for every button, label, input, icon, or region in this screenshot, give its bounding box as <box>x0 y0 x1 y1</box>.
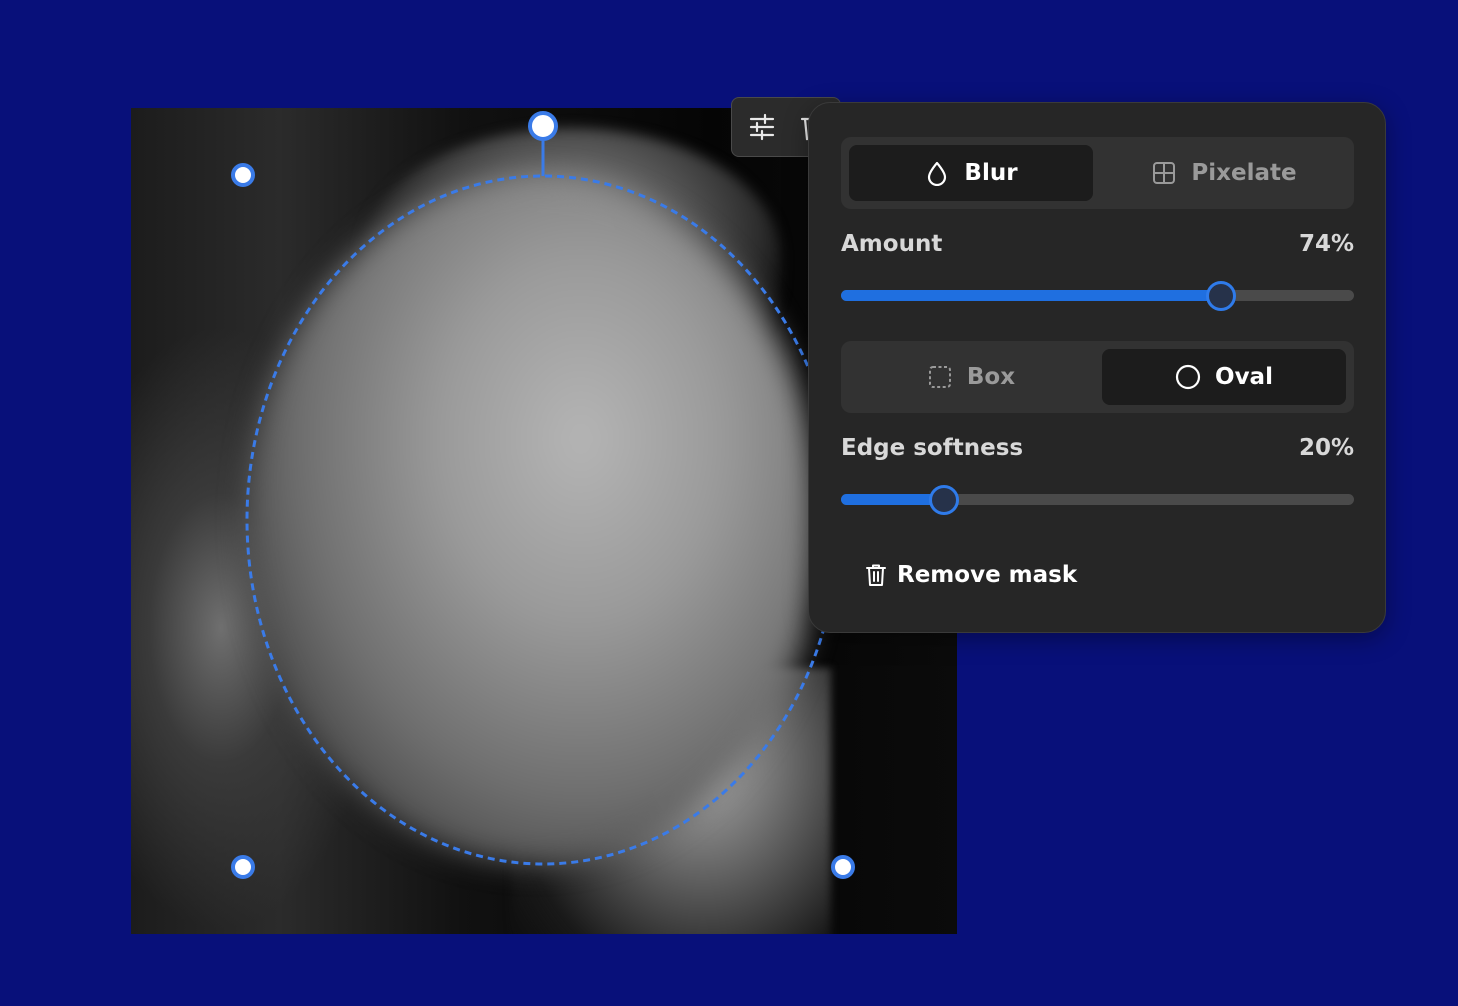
grid-icon <box>1153 162 1176 184</box>
edge-softness-slider[interactable] <box>841 485 1354 515</box>
shape-option-label: Oval <box>1215 364 1273 390</box>
amount-row: Amount 74% <box>841 231 1354 257</box>
effect-option-blur[interactable]: Blur <box>849 145 1093 201</box>
amount-value: 74% <box>1298 231 1354 257</box>
effect-option-label: Pixelate <box>1191 160 1297 186</box>
shape-segmented-control: Box Oval <box>841 341 1354 413</box>
circle-icon <box>1175 364 1201 390</box>
shape-option-oval[interactable]: Oval <box>1102 349 1346 405</box>
effect-option-pixelate[interactable]: Pixelate <box>1102 145 1346 201</box>
edge-softness-slider-thumb[interactable] <box>928 485 959 515</box>
trash-icon <box>866 564 886 586</box>
dashed-square-icon <box>928 366 951 388</box>
amount-label: Amount <box>841 231 943 257</box>
edge-softness-value: 20% <box>1298 435 1354 461</box>
effect-option-label: Blur <box>964 160 1018 186</box>
shape-option-label: Box <box>966 364 1016 390</box>
blurred-face-region <box>248 178 822 864</box>
droplet-icon <box>928 161 947 186</box>
sliders-icon[interactable] <box>747 112 777 142</box>
amount-slider-fill <box>841 290 1221 301</box>
amount-slider-thumb[interactable] <box>1205 281 1236 311</box>
remove-mask-label: Remove mask <box>897 562 1078 588</box>
edge-softness-label: Edge softness <box>841 435 1024 461</box>
shape-option-box[interactable]: Box <box>849 349 1093 405</box>
mask-settings-panel: Blur Pixelate Amount 74% Box Oval Edge s… <box>808 102 1386 633</box>
effect-segmented-control: Blur Pixelate <box>841 137 1354 209</box>
amount-slider[interactable] <box>841 281 1354 311</box>
edge-softness-row: Edge softness 20% <box>841 435 1354 461</box>
remove-mask-button[interactable]: Remove mask <box>865 555 1077 595</box>
